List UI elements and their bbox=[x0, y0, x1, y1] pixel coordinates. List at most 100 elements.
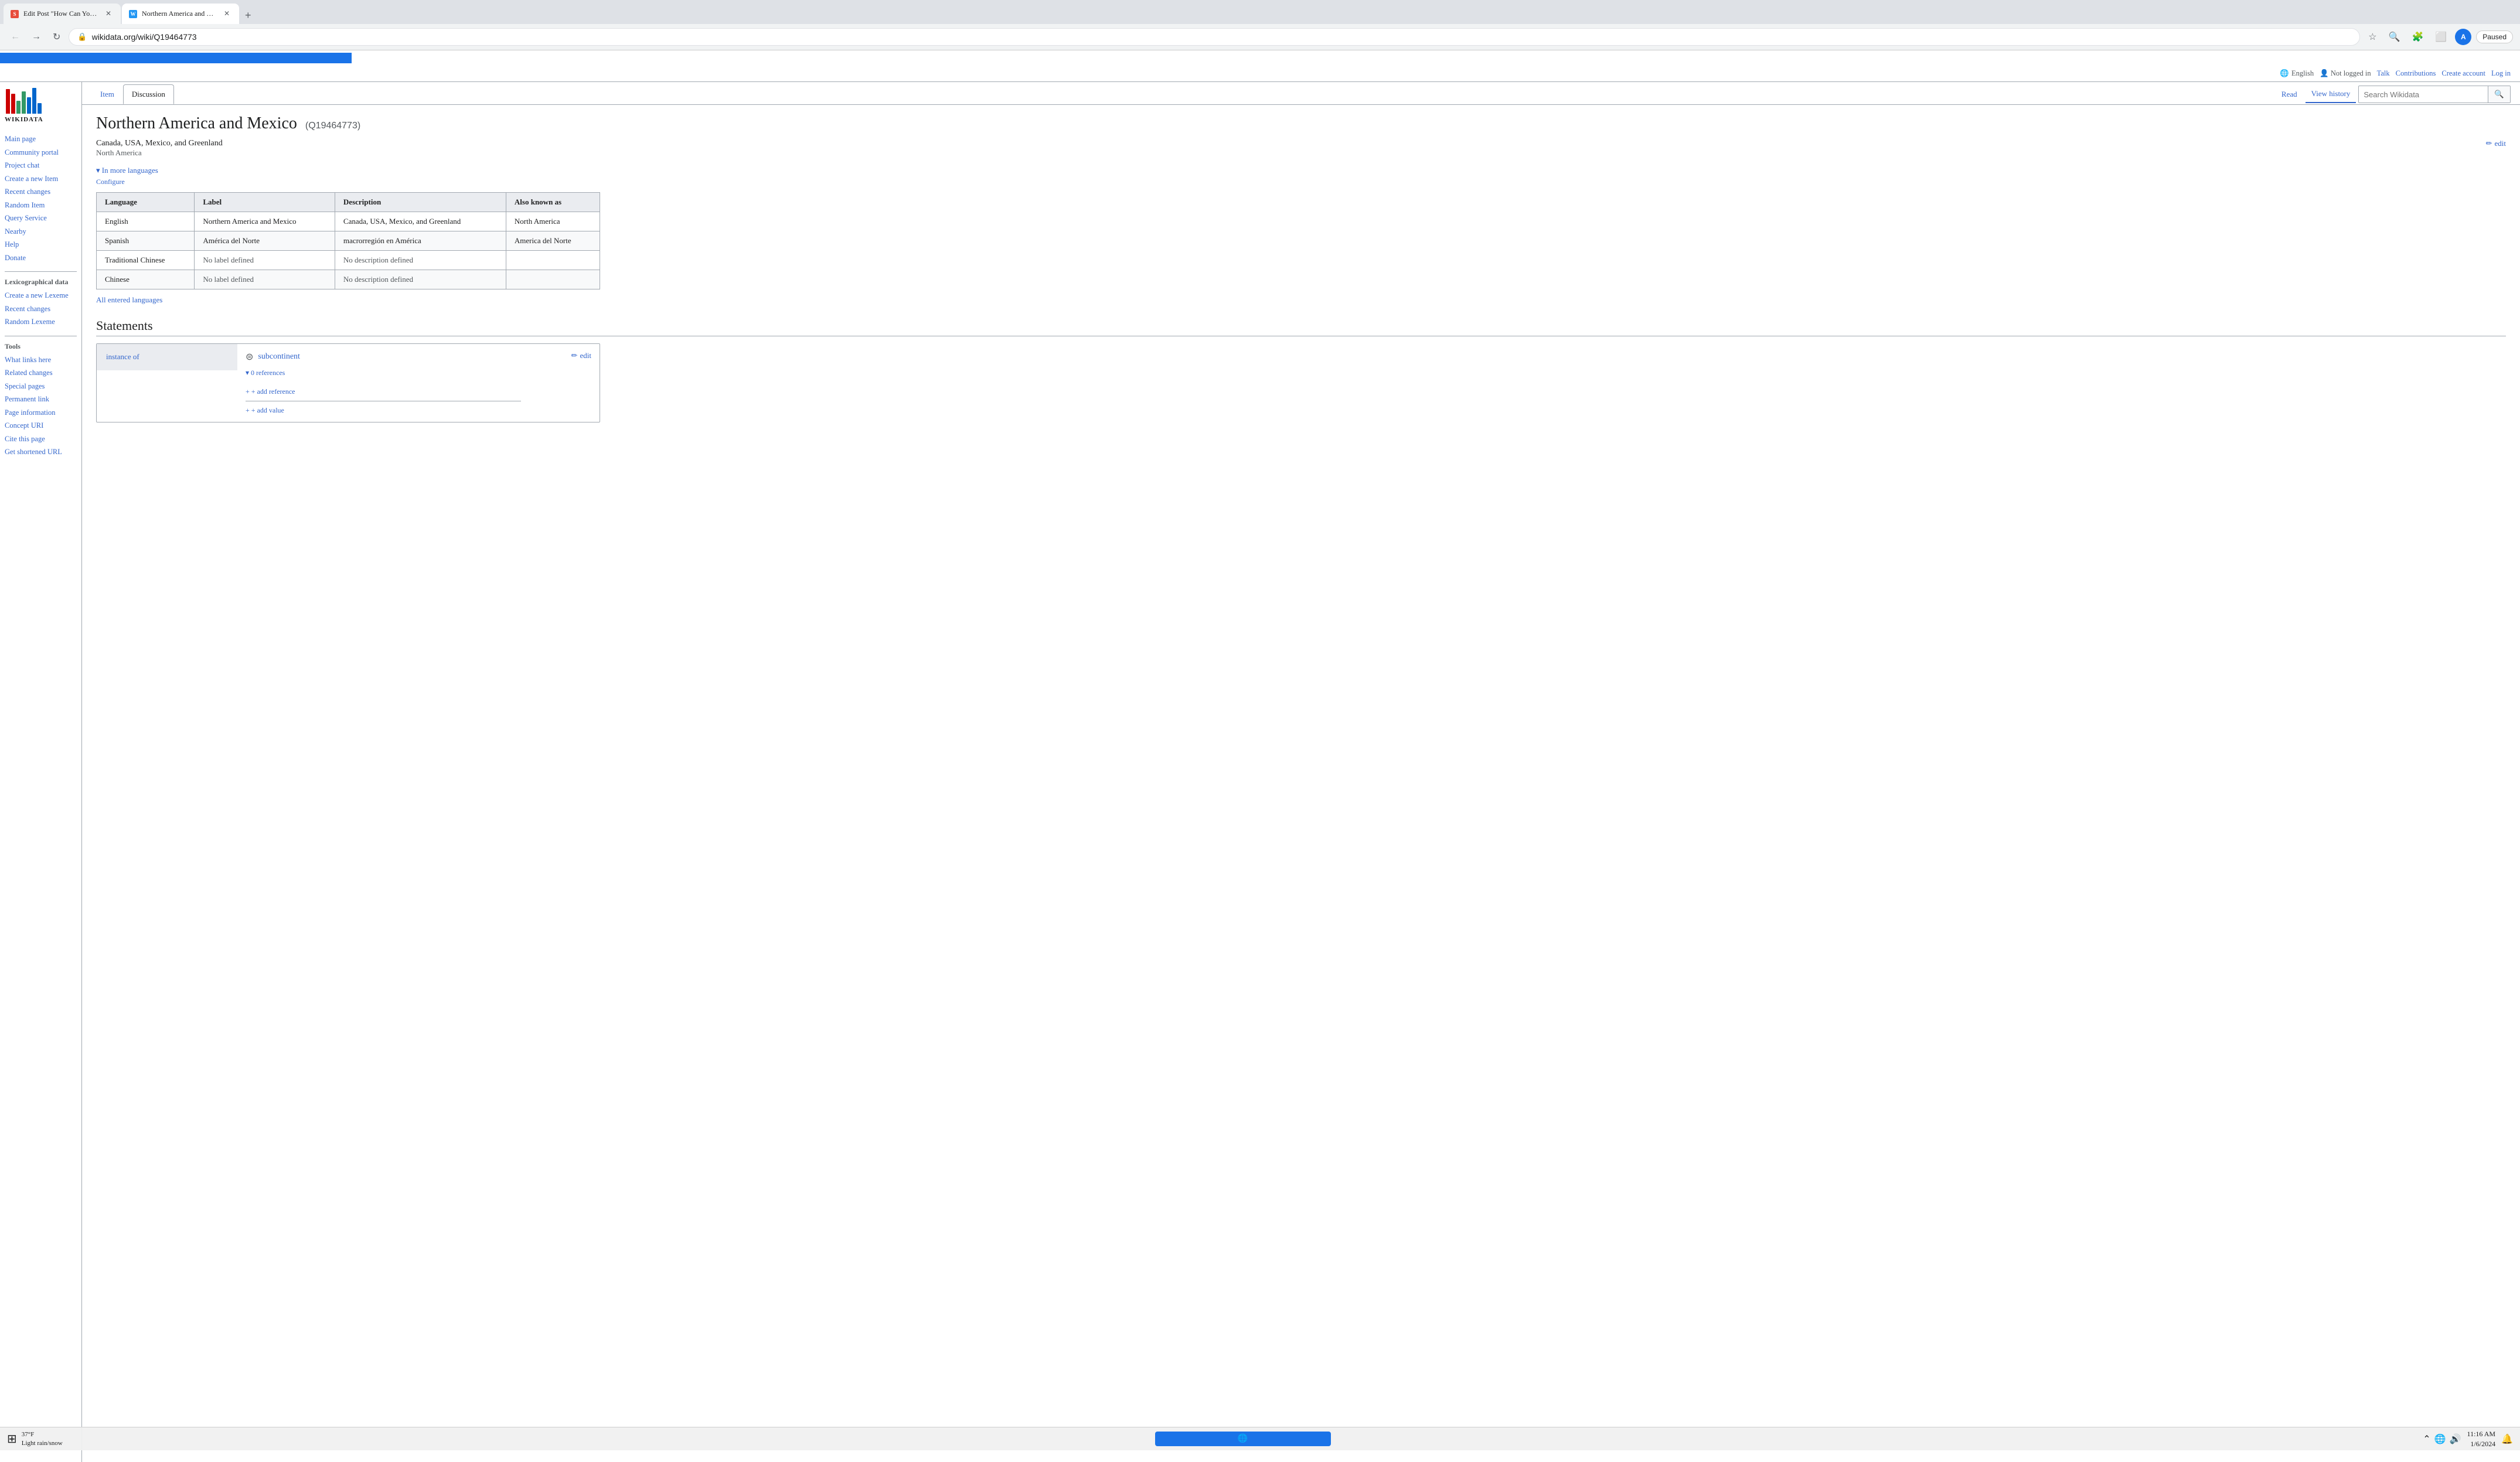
lang-table-row: Traditional ChineseNo label definedNo de… bbox=[97, 251, 600, 270]
language-table: Language Label Description Also known as… bbox=[96, 192, 600, 289]
star-icon[interactable]: ☆ bbox=[2365, 28, 2380, 46]
forward-button[interactable]: → bbox=[28, 28, 45, 46]
view-history-link[interactable]: View history bbox=[2306, 86, 2356, 103]
talk-link[interactable]: Talk bbox=[2377, 69, 2390, 78]
sidebar-item-nearby[interactable]: Nearby bbox=[5, 225, 77, 238]
lens-icon[interactable]: 🔍 bbox=[2385, 28, 2404, 46]
site-header: 🌐 English 👤 Not logged in Talk Contribut… bbox=[0, 66, 2520, 82]
description-edit-link[interactable]: ✏ edit bbox=[2486, 139, 2506, 148]
sidebar-toggle-icon[interactable]: ⬜ bbox=[2432, 28, 2450, 46]
user-icon: 👤 bbox=[2320, 69, 2329, 77]
new-tab-button[interactable]: + bbox=[240, 7, 256, 24]
configure-link[interactable]: Configure bbox=[96, 178, 2506, 186]
tab-item[interactable]: Item bbox=[91, 84, 123, 104]
label-cell: América del Norte bbox=[195, 231, 335, 251]
tab-discussion[interactable]: Discussion bbox=[123, 84, 174, 104]
article: Northern America and Mexico (Q19464773) … bbox=[82, 105, 2520, 432]
also-known-cell: America del Norte bbox=[506, 231, 600, 251]
sidebar-item-help[interactable]: Help bbox=[5, 238, 77, 251]
language-button[interactable]: 🌐 English bbox=[2280, 69, 2314, 78]
sidebar-tool-concept-uri[interactable]: Concept URI bbox=[5, 419, 77, 432]
sidebar-item-query-service[interactable]: Query Service bbox=[5, 212, 77, 225]
desc-cell: No description defined bbox=[335, 270, 506, 289]
value-icon: ⊜ bbox=[246, 351, 253, 363]
sidebar-item-community-portal[interactable]: Community portal bbox=[5, 146, 77, 159]
add-reference-button[interactable]: + + add reference bbox=[246, 387, 521, 396]
instance-of-link[interactable]: instance of bbox=[106, 352, 139, 361]
current-date: 1/6/2024 bbox=[2467, 1439, 2496, 1449]
lang-cell: Traditional Chinese bbox=[97, 251, 195, 270]
address-bar-actions: ☆ 🔍 🧩 ⬜ A Paused bbox=[2365, 28, 2513, 46]
sidebar-tool-what-links-here[interactable]: What links here bbox=[5, 353, 77, 367]
sidebar-item-create-item[interactable]: Create a new Item bbox=[5, 172, 77, 186]
notification-icon[interactable]: 🔔 bbox=[2501, 1433, 2513, 1445]
contributions-link[interactable]: Contributions bbox=[2396, 69, 2436, 78]
back-button[interactable]: ← bbox=[7, 28, 23, 46]
refresh-button[interactable]: ↻ bbox=[49, 28, 64, 46]
read-link[interactable]: Read bbox=[2276, 86, 2303, 103]
sidebar-item-random-item[interactable]: Random Item bbox=[5, 199, 77, 212]
sidebar-item-recent-changes[interactable]: Recent changes bbox=[5, 185, 77, 199]
lang-table-row: ChineseNo label definedNo description de… bbox=[97, 270, 600, 289]
sidebar-tool-cite-page[interactable]: Cite this page bbox=[5, 432, 77, 446]
more-languages-toggle[interactable]: ▾ In more languages bbox=[96, 166, 158, 175]
all-languages-link[interactable]: All entered languages bbox=[96, 295, 162, 305]
current-time: 11:16 AM bbox=[2467, 1429, 2496, 1439]
translate-icon: 🌐 bbox=[2280, 69, 2289, 78]
tab-1-close[interactable]: ✕ bbox=[103, 8, 114, 19]
also-known-cell bbox=[506, 251, 600, 270]
subcontinent-link[interactable]: subcontinent bbox=[258, 352, 300, 362]
url-bar[interactable]: 🔒 bbox=[69, 28, 2360, 46]
tab-1[interactable]: S Edit Post "How Can You Begin t ✕ bbox=[4, 4, 121, 24]
also-known-cell bbox=[506, 270, 600, 289]
tools-section: Tools What links hereRelated changesSpec… bbox=[5, 342, 77, 459]
taskbar-start: ⊞ 37°F Light rain/snow bbox=[7, 1430, 63, 1447]
statement-edit-link[interactable]: ✏ edit bbox=[571, 351, 591, 360]
sidebar-tool-special-pages[interactable]: Special pages bbox=[5, 380, 77, 393]
sidebar-item-main-page[interactable]: Main page bbox=[5, 132, 77, 146]
sidebar-tool-get-short-url[interactable]: Get shortened URL bbox=[5, 445, 77, 459]
puzzle-icon[interactable]: 🧩 bbox=[2408, 28, 2427, 46]
sidebar-tool-related-changes[interactable]: Related changes bbox=[5, 366, 77, 380]
view-actions: Read View history 🔍 bbox=[2276, 86, 2511, 103]
network-icon[interactable]: 🌐 bbox=[2434, 1433, 2446, 1445]
article-desc-row: Canada, USA, Mexico, and Greenland North… bbox=[96, 139, 2506, 158]
references-toggle: ▾ 0 references bbox=[246, 369, 521, 378]
language-section: ▾ In more languages Configure Language L… bbox=[96, 166, 2506, 305]
references-link[interactable]: ▾ 0 references bbox=[246, 369, 285, 377]
sidebar-lex-create-lexeme[interactable]: Create a new Lexeme bbox=[5, 289, 77, 302]
create-account-link[interactable]: Create account bbox=[2441, 69, 2485, 78]
weather-temp: 37°F bbox=[22, 1430, 63, 1439]
weather-condition: Light rain/snow bbox=[22, 1439, 63, 1447]
article-qid: (Q19464773) bbox=[305, 121, 360, 131]
taskbar: ⊞ 37°F Light rain/snow 🌐 ⌃ 🌐 🔊 11:16 AM … bbox=[0, 1427, 2520, 1450]
tab-1-title: Edit Post "How Can You Begin t bbox=[23, 9, 98, 18]
tab-2[interactable]: W Northern America and Mexico ✕ bbox=[122, 4, 239, 24]
sidebar-item-project-chat[interactable]: Project chat bbox=[5, 159, 77, 172]
search-button[interactable]: 🔍 bbox=[2488, 86, 2510, 103]
taskbar-browser-app[interactable]: 🌐 bbox=[1155, 1432, 1331, 1446]
statement-value-row: ⊜ subcontinent bbox=[246, 351, 521, 363]
plus-val-icon: + bbox=[246, 406, 250, 415]
profile-button[interactable]: A bbox=[2455, 29, 2471, 45]
lexicographical-title: Lexicographical data bbox=[5, 278, 77, 287]
sidebar-item-donate[interactable]: Donate bbox=[5, 251, 77, 265]
sidebar-lex-lex-recent-changes[interactable]: Recent changes bbox=[5, 302, 77, 316]
not-logged-in: 👤 Not logged in bbox=[2320, 69, 2371, 78]
paused-button[interactable]: Paused bbox=[2476, 30, 2513, 43]
sidebar-tool-page-information[interactable]: Page information bbox=[5, 406, 77, 420]
tools-title: Tools bbox=[5, 342, 77, 351]
login-link[interactable]: Log in bbox=[2491, 69, 2511, 78]
volume-icon[interactable]: 🔊 bbox=[2450, 1433, 2461, 1445]
search-input[interactable] bbox=[2359, 87, 2488, 102]
tab-2-close[interactable]: ✕ bbox=[222, 8, 232, 19]
sidebar-tool-permanent-link[interactable]: Permanent link bbox=[5, 393, 77, 406]
start-icon[interactable]: ⊞ bbox=[7, 1432, 17, 1446]
article-descriptions: Canada, USA, Mexico, and Greenland North… bbox=[96, 139, 223, 158]
lexicographical-section: Lexicographical data Create a new Lexeme… bbox=[5, 278, 77, 329]
sidebar-lex-random-lexeme[interactable]: Random Lexeme bbox=[5, 315, 77, 329]
url-input[interactable] bbox=[92, 32, 2352, 42]
chevron-up-icon[interactable]: ⌃ bbox=[2423, 1433, 2430, 1445]
add-value-button[interactable]: + + add value bbox=[246, 401, 521, 415]
lang-cell: Spanish bbox=[97, 231, 195, 251]
